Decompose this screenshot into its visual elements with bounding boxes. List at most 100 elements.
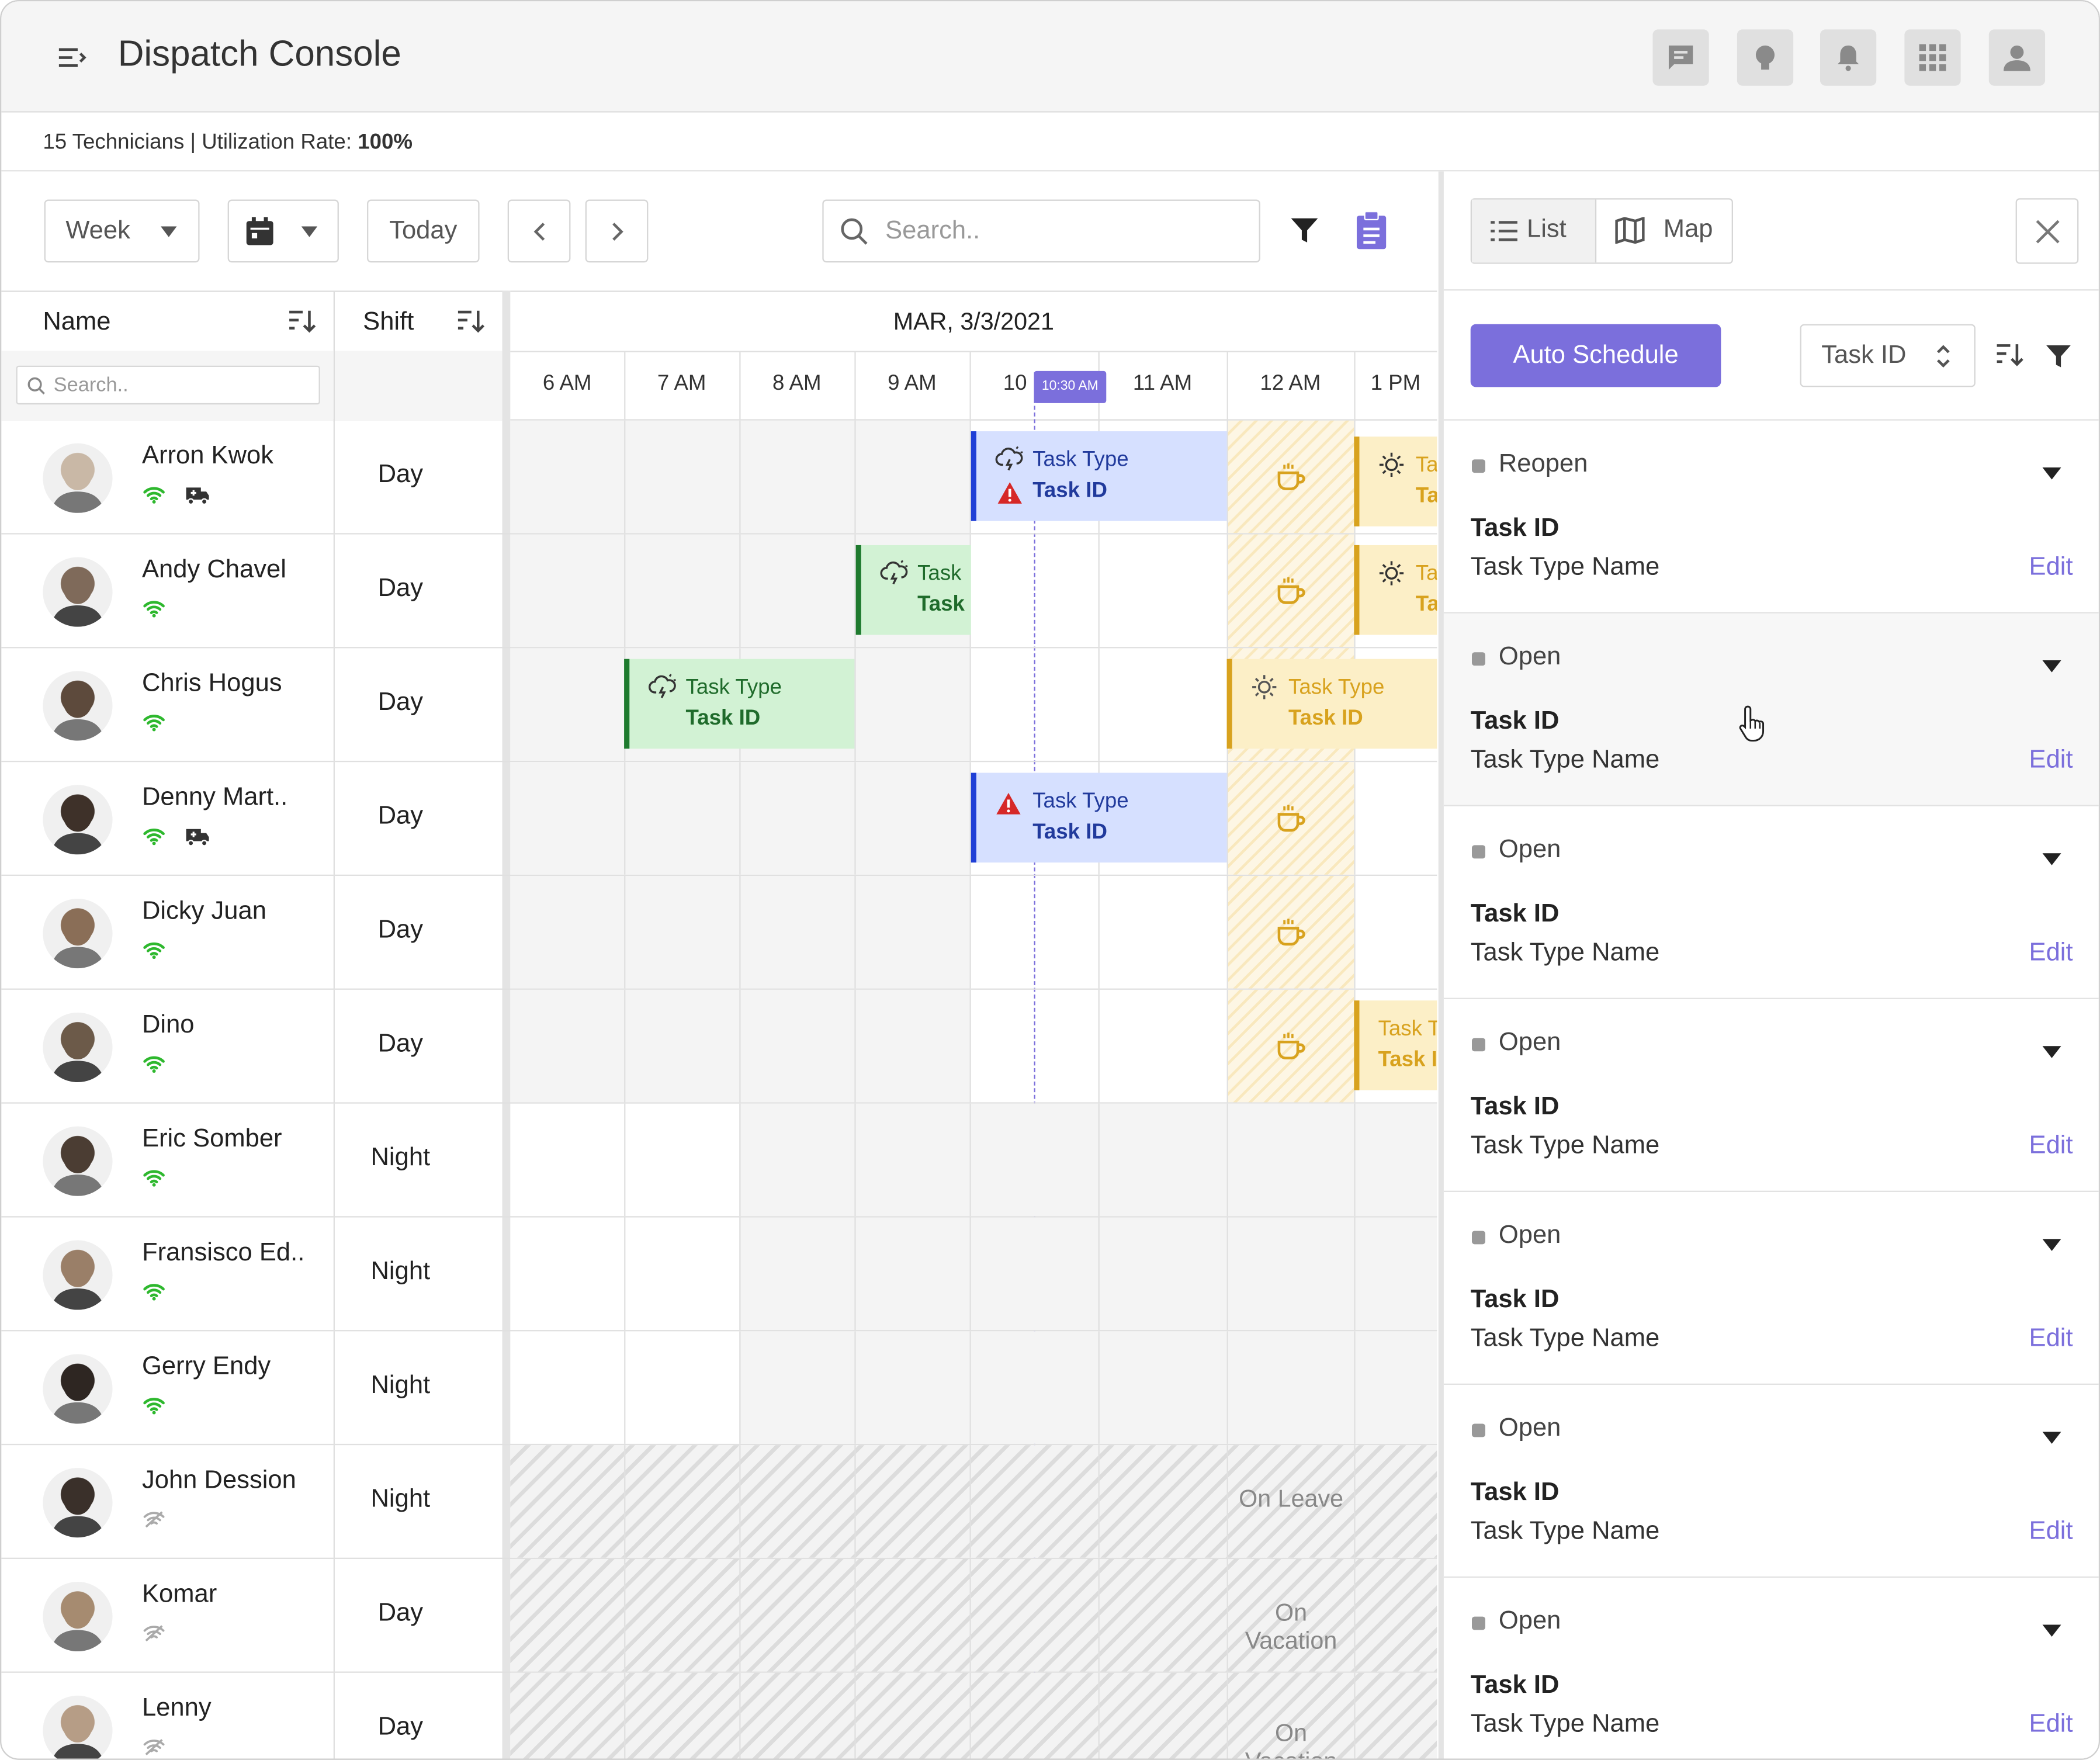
grid-line: [854, 876, 856, 989]
task-panel: List Map Auto Schedule Task ID Reopen Tas…: [1438, 171, 2099, 1759]
technician-row[interactable]: Andy Chavel Day: [1, 534, 1437, 649]
grid-line: [624, 1672, 626, 1759]
task-card[interactable]: Open Task ID Task Type Name Edit: [1444, 1578, 2099, 1758]
notifications-button[interactable]: [1820, 29, 1877, 86]
today-button[interactable]: Today: [367, 199, 480, 263]
task-id-label: Task ID: [685, 707, 761, 730]
menu-collapse-icon[interactable]: [55, 41, 87, 74]
unavailable-slot: [739, 1331, 1437, 1444]
grid-line: [1226, 1217, 1228, 1331]
edit-link[interactable]: Edit: [2029, 1710, 2073, 1740]
service-van-icon: [185, 486, 210, 512]
task-card[interactable]: Open Task ID Task Type Name Edit: [1443, 999, 2099, 1192]
shift-value: Night: [370, 1485, 431, 1514]
grid-line: [1098, 648, 1100, 761]
edit-link[interactable]: Edit: [2029, 1325, 2073, 1354]
previous-button[interactable]: [507, 199, 571, 263]
coffee-break-icon: [1275, 1031, 1307, 1068]
technician-row[interactable]: Eric Somber Night: [1, 1103, 1437, 1218]
grid-line: [1098, 1445, 1100, 1558]
sort-field-select[interactable]: Task ID: [1800, 324, 1976, 387]
task-card[interactable]: Open Task ID Task Type Name Edit: [1443, 806, 2099, 999]
task-block[interactable]: Task Type Task ID: [1226, 659, 1437, 749]
search-input[interactable]: Search..: [822, 199, 1260, 263]
hour-divider: [969, 352, 971, 422]
sort-icon[interactable]: [1995, 341, 2025, 368]
task-card[interactable]: Reopen Task ID Task Type Name Edit: [1443, 421, 2099, 614]
technician-row[interactable]: Dino Day: [1, 989, 1437, 1104]
clipboard-icon[interactable]: [1356, 212, 1387, 250]
technician-row[interactable]: Gerry Endy Night: [1, 1331, 1437, 1446]
chat-button[interactable]: [1652, 29, 1709, 86]
technician-row[interactable]: Komar Day On Vacation: [1, 1559, 1437, 1673]
profile-button[interactable]: [1988, 29, 2046, 86]
hour-divider: [624, 352, 626, 422]
technician-row[interactable]: Dicky Juan Day: [1, 876, 1437, 990]
task-card[interactable]: Open Task ID Task Type Name Edit: [1443, 1385, 2099, 1578]
status-dot: [1472, 459, 1485, 473]
next-button[interactable]: [585, 199, 649, 263]
technician-row[interactable]: Lenny Day On Vacation: [1, 1672, 1437, 1759]
edit-link[interactable]: Edit: [2029, 939, 2073, 968]
technician-name: Arron Kwok: [141, 442, 274, 470]
chevron-down-icon[interactable]: [2042, 1426, 2061, 1450]
technician-name: John Dession: [141, 1466, 296, 1495]
chevron-down-icon[interactable]: [2042, 462, 2061, 486]
grid-line: [1354, 1445, 1356, 1558]
task-block[interactable]: Task Type Task ID: [971, 431, 1227, 521]
avatar: [43, 1012, 113, 1083]
auto-schedule-button[interactable]: Auto Schedule: [1470, 324, 1721, 387]
chevron-down-icon[interactable]: [2042, 848, 2061, 872]
sort-icon[interactable]: [288, 308, 317, 335]
apps-button[interactable]: [1904, 29, 1961, 86]
timeline-divider: [510, 351, 1437, 352]
task-card[interactable]: Open Task ID Task Type Name Edit: [1443, 613, 2099, 806]
grid-line: [1098, 1672, 1100, 1759]
avatar: [43, 1126, 113, 1196]
grid-line: [1354, 876, 1356, 989]
filter-icon[interactable]: [2045, 343, 2072, 370]
sort-icon[interactable]: [457, 308, 486, 335]
name-search-input[interactable]: Search..: [16, 365, 320, 405]
edit-link[interactable]: Edit: [2029, 1518, 2073, 1547]
grid-line: [739, 420, 741, 533]
task-block[interactable]: Ta Ta: [1354, 436, 1437, 526]
chevron-down-icon[interactable]: [2042, 1619, 2061, 1643]
technician-row[interactable]: Fransisco Ed.. Night: [1, 1217, 1437, 1332]
grid-line: [739, 876, 741, 989]
task-id-label: Task ID: [1032, 479, 1107, 503]
ideas-button[interactable]: [1737, 29, 1794, 86]
task-block[interactable]: Task Task: [855, 545, 971, 635]
view-select[interactable]: Week: [44, 199, 200, 263]
task-block[interactable]: Task T Task I: [1354, 1000, 1437, 1090]
hour-label: 9 AM: [888, 372, 937, 396]
lightbulb-icon: [1755, 45, 1775, 70]
list-view-button[interactable]: List: [1472, 199, 1595, 263]
close-panel-button[interactable]: [2015, 198, 2079, 264]
chevron-down-icon[interactable]: [2042, 655, 2061, 679]
task-block[interactable]: Ta Ta: [1354, 545, 1437, 635]
shift-value: Day: [377, 574, 424, 603]
edit-link[interactable]: Edit: [2029, 553, 2073, 583]
grid-line: [969, 1445, 971, 1558]
task-card-id: Task ID: [1470, 707, 1560, 736]
avatar: [43, 898, 113, 969]
grid-line: [854, 1217, 856, 1331]
date-picker-button[interactable]: [227, 199, 339, 263]
name-column-header: Name: [43, 308, 111, 337]
utilization-rate: 100%: [358, 131, 413, 154]
task-block[interactable]: Task Type Task ID: [624, 659, 855, 749]
chevron-down-icon[interactable]: [2042, 1041, 2061, 1065]
wifi-online-icon: [143, 941, 165, 965]
edit-link[interactable]: Edit: [2029, 1132, 2073, 1161]
chevron-down-icon[interactable]: [2042, 1234, 2061, 1257]
task-card[interactable]: Open Task ID Task Type Name Edit: [1443, 1192, 2099, 1385]
grid-line: [1354, 1103, 1356, 1217]
grid-line: [969, 876, 971, 989]
map-view-button[interactable]: Map: [1596, 200, 1732, 263]
view-select-value: Week: [65, 216, 130, 245]
technician-row[interactable]: John Dession Night On Leave: [1, 1445, 1437, 1560]
filter-icon[interactable]: [1290, 216, 1319, 245]
avatar: [43, 557, 113, 627]
edit-link[interactable]: Edit: [2029, 746, 2073, 775]
